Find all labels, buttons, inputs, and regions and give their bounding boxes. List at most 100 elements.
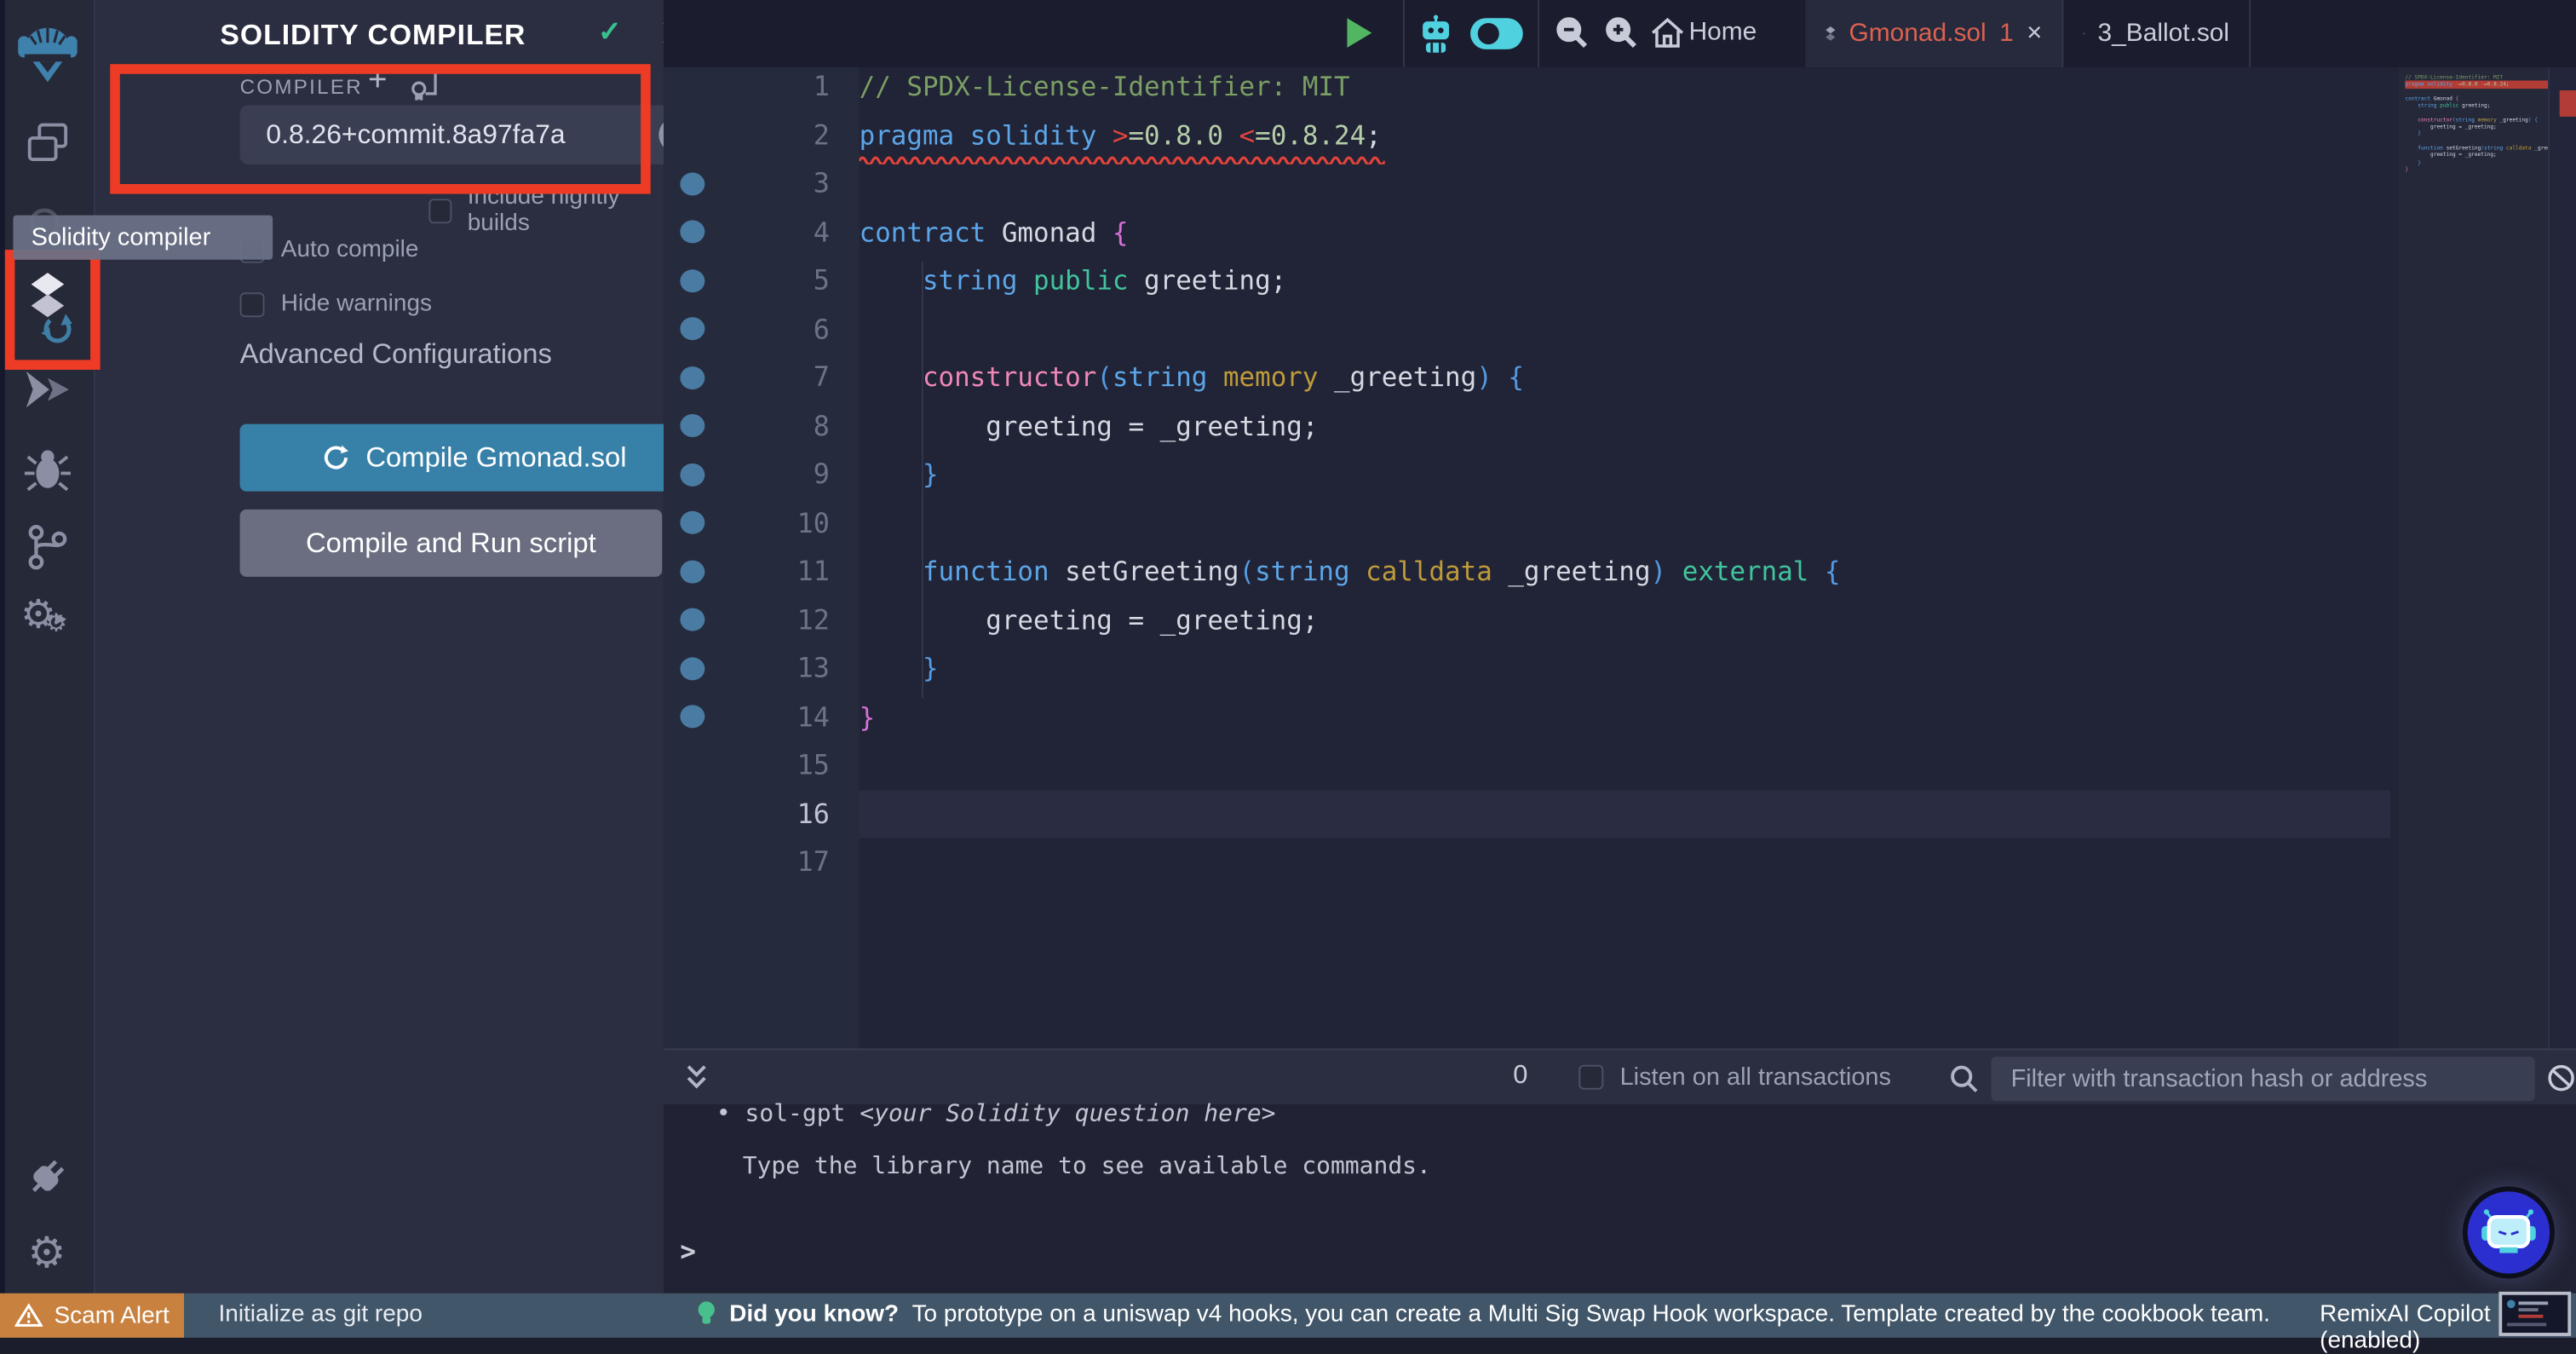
- window-edge: [0, 0, 5, 1338]
- advanced-configurations[interactable]: Advanced Configurations: [240, 338, 552, 372]
- line-number: 11: [796, 555, 830, 587]
- error-squiggle: [859, 156, 1385, 164]
- code-line[interactable]: 10: [664, 498, 2390, 547]
- error-ruler-marker[interactable]: [2559, 90, 2576, 117]
- code-line[interactable]: 11 function setGreeting(string calldata …: [664, 547, 2390, 596]
- tab-gmonad-label: Gmonad.sol: [1849, 19, 1987, 47]
- activity-bar: ⚙ ⚙ ▶ ⚙: [0, 0, 95, 1338]
- home-icon[interactable]: [1649, 14, 1685, 59]
- code-line[interactable]: 5 string public greeting;: [664, 256, 2390, 305]
- file-explorer-icon[interactable]: [0, 118, 94, 168]
- clear-console-icon[interactable]: [2546, 1063, 2576, 1101]
- terminal-search-icon[interactable]: [1948, 1063, 1980, 1103]
- listen-label: Listen on all transactions: [1619, 1063, 1891, 1092]
- code-line[interactable]: 6: [664, 305, 2390, 354]
- code-line[interactable]: 4 contract Gmonad {: [664, 208, 2390, 256]
- transaction-count: 0: [1513, 1061, 1528, 1090]
- tab-ballot[interactable]: 3_Ballot.sol: [2063, 0, 2251, 68]
- line-number: 5: [813, 264, 830, 297]
- listen-checkbox[interactable]: [1578, 1064, 1604, 1090]
- tip-title: Did you know?: [729, 1300, 900, 1328]
- robot-avatar-icon: [2481, 1208, 2536, 1253]
- code-area[interactable]: 1// SPDX-License-Identifier: MIT 2 pragma …: [664, 67, 2576, 1049]
- minimap-code: // SPDX-License-Identifier: MIT pragma so…: [2405, 73, 2549, 173]
- debugger-icon[interactable]: [0, 447, 94, 493]
- code-lines: 1// SPDX-License-Identifier: MIT 2 pragma …: [664, 62, 2391, 887]
- solidity-compiler-panel: SOLIDITY COMPILER ✓ COMPILER + 0.8.26+co…: [95, 0, 741, 1294]
- scrollbar[interactable]: [2548, 67, 2576, 1049]
- line-number: 10: [796, 506, 830, 539]
- line-number: 12: [796, 603, 830, 636]
- plug-icon[interactable]: [0, 1154, 94, 1200]
- pip-thumbnail[interactable]: [2498, 1291, 2572, 1336]
- editor-region: Home Gmonad.sol 1 × 3_Ballot.sol 1 // SP…: [664, 0, 2576, 1049]
- nightly-builds-checkbox[interactable]: [428, 198, 451, 223]
- deploy-run-icon[interactable]: [0, 368, 94, 411]
- expand-terminal-icon[interactable]: [683, 1063, 710, 1101]
- line-number: 4: [813, 216, 830, 248]
- code-line[interactable]: 12 greeting = _greeting;: [664, 596, 2390, 644]
- tab-close-icon[interactable]: ×: [2027, 19, 2042, 49]
- code-line[interactable]: 8 greeting = _greeting;: [664, 402, 2390, 451]
- tab-gmonad-error-badge: 1: [1999, 19, 2014, 47]
- zoom-in-icon[interactable]: [1603, 14, 1639, 59]
- scam-alert-label: Scam Alert: [54, 1302, 170, 1329]
- minimap[interactable]: // SPDX-License-Identifier: MIT pragma so…: [2398, 67, 2549, 1049]
- line-number: 7: [813, 361, 830, 393]
- code-line[interactable]: 13 }: [664, 644, 2390, 693]
- transaction-filter-input[interactable]: [1991, 1057, 2535, 1102]
- ai-robot-icon[interactable]: [1416, 14, 1455, 62]
- source-control-icon[interactable]: [0, 522, 94, 572]
- compile-and-run-button[interactable]: Compile and Run script: [239, 509, 663, 577]
- code-line[interactable]: 14}: [664, 693, 2390, 741]
- line-number: 17: [796, 846, 830, 878]
- editor-tab-bar: Home Gmonad.sol 1 × 3_Ballot.sol: [664, 0, 2576, 68]
- panel-title: SOLIDITY COMPILER: [220, 18, 526, 51]
- code-line[interactable]: 3: [664, 159, 2390, 208]
- run-script-play-button[interactable]: [1347, 18, 1372, 48]
- terminal-toolbar: 0 Listen on all transactions: [664, 1048, 2576, 1104]
- hide-warnings-checkbox[interactable]: [239, 291, 265, 317]
- plugin-manager-icon[interactable]: ⚙ ⚙ ▶: [0, 593, 94, 648]
- code-line[interactable]: 9 }: [664, 450, 2390, 498]
- solidity-compiler-tooltip: Solidity compiler: [13, 215, 273, 260]
- init-git-repo[interactable]: Initialize as git repo: [218, 1301, 422, 1328]
- warning-icon: [14, 1303, 43, 1327]
- code-line[interactable]: 2 pragma solidity >=0.8.0 <=0.8.24;: [664, 111, 2390, 159]
- line-number: 9: [813, 458, 830, 490]
- tip-body: To prototype on a uniswap v4 hooks, you …: [911, 1300, 2270, 1328]
- terminal-line: • sol-gpt <your Solidity question here>: [716, 1101, 1276, 1127]
- compile-button-label: Compile Gmonad.sol: [365, 441, 627, 473]
- line-number: 13: [796, 652, 830, 684]
- remix-logo[interactable]: [0, 20, 94, 85]
- tab-gmonad[interactable]: Gmonad.sol 1 ×: [1805, 0, 2064, 68]
- hide-warnings-row: Hide warnings: [239, 291, 433, 318]
- line-number: 2: [813, 118, 830, 151]
- zoom-out-icon[interactable]: [1554, 14, 1590, 59]
- compiled-check-icon: ✓: [597, 16, 622, 48]
- remix-ide-screen: ⚙ ⚙ ▶ ⚙ SOLIDITY COMPILER ✓ COMPILER + 0…: [0, 0, 2576, 1354]
- scam-alert-badge[interactable]: Scam Alert: [0, 1293, 184, 1338]
- solidity-file-icon: [2083, 32, 2085, 35]
- remixai-assistant-button[interactable]: [2462, 1186, 2555, 1279]
- did-you-know-tip: Did you know? To prototype on a uniswap …: [697, 1299, 2270, 1328]
- copilot-toggle-icon[interactable]: [1469, 16, 1525, 59]
- status-bar: Scam Alert Initialize as git repo Did yo…: [0, 1293, 2576, 1354]
- code-line[interactable]: 15: [664, 741, 2390, 790]
- compile-button[interactable]: Compile Gmonad.sol: [239, 423, 709, 492]
- line-number: 8: [813, 410, 830, 441]
- tab-home[interactable]: Home: [1689, 18, 1757, 48]
- code-line[interactable]: 16: [664, 789, 2391, 838]
- code-line[interactable]: 1// SPDX-License-Identifier: MIT: [664, 62, 2390, 111]
- line-number: 16: [796, 798, 830, 829]
- line-number: 6: [813, 313, 830, 345]
- terminal-prompt: >: [680, 1236, 697, 1267]
- listen-row: Listen on all transactions: [1578, 1063, 1891, 1092]
- code-line[interactable]: 7 constructor(string memory _greeting) {: [664, 354, 2390, 402]
- auto-compile-label: Auto compile: [280, 236, 419, 263]
- code-line[interactable]: 17: [664, 838, 2390, 887]
- hide-warnings-label: Hide warnings: [280, 291, 433, 318]
- line-number: 14: [796, 700, 830, 733]
- terminal-output[interactable]: • sol-gpt <your Solidity question here> …: [664, 1101, 2576, 1294]
- settings-icon[interactable]: ⚙: [0, 1230, 94, 1276]
